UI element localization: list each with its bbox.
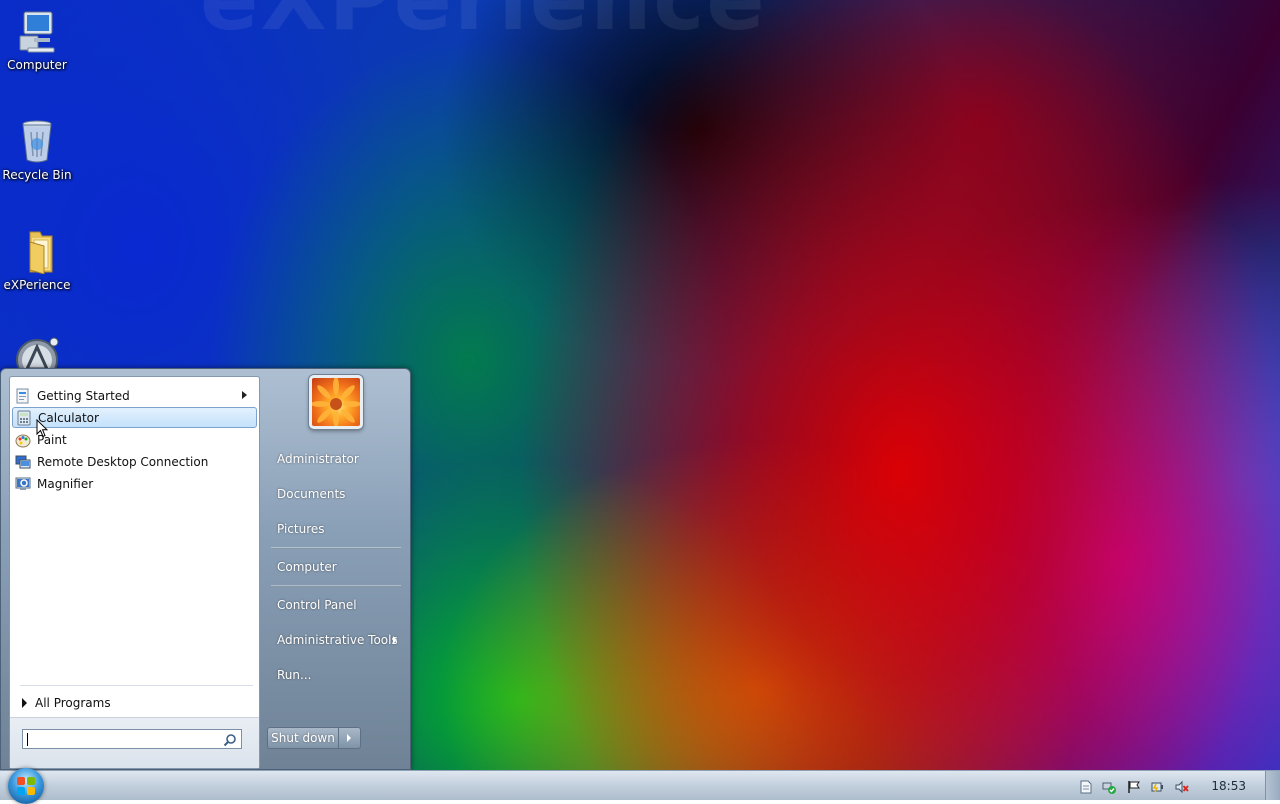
chevron-right-icon [347,734,351,742]
start-menu: Getting Started Calculator Paint Remote … [0,368,411,770]
getting-started-icon [15,388,31,404]
mouse-cursor-icon [36,418,49,438]
desktop-icon-label: eXPerience [3,278,71,292]
program-item-magnifier[interactable]: Magnifier [12,473,257,494]
desktop-icon-computer[interactable]: Computer [0,8,74,72]
desktop-icon-recycle-bin[interactable]: Recycle Bin [0,118,74,182]
start-link-label: Documents [277,487,346,501]
start-link-label: Pictures [277,522,325,536]
shutdown-button[interactable]: Shut down [267,727,339,749]
start-link-documents[interactable]: Documents [267,482,405,506]
separator [271,585,401,587]
network-icon[interactable] [1102,779,1116,794]
program-item-label: Getting Started [37,388,130,403]
program-item-label: Magnifier [37,476,94,491]
desktop-icon-label: Computer [7,58,67,72]
start-link-administrator[interactable]: Administrator [267,447,405,471]
search-area [10,717,259,768]
document-icon[interactable] [1079,779,1093,794]
start-link-label: Computer [277,560,337,574]
separator [20,685,253,686]
paint-icon [15,432,31,448]
search-box[interactable] [22,729,242,749]
desktop-icon-experience-folder[interactable]: eXPerience [0,228,74,292]
start-link-pictures[interactable]: Pictures [267,517,405,541]
start-button[interactable] [8,768,44,804]
start-link-label: Administrative Tools [277,633,398,647]
shutdown-options-button[interactable] [339,727,361,749]
program-item-getting-started[interactable]: Getting Started [12,385,257,406]
text-caret [27,733,28,746]
calculator-icon [16,410,32,426]
taskbar-clock[interactable]: 18:53 [1211,779,1246,793]
expand-arrow-icon [22,698,27,708]
start-link-run[interactable]: Run... [267,663,405,687]
computer-icon [14,8,60,54]
windows-logo-icon [17,777,35,795]
search-icon[interactable] [223,732,237,747]
program-item-remote-desktop[interactable]: Remote Desktop Connection [12,451,257,472]
program-item-label: Remote Desktop Connection [37,454,209,469]
search-input[interactable] [26,731,216,747]
start-link-control-panel[interactable]: Control Panel [267,593,405,617]
magnifier-icon [15,476,31,492]
all-programs-label: All Programs [35,696,111,710]
start-link-administrative-tools[interactable]: Administrative Tools [267,628,405,652]
all-programs-button[interactable]: All Programs [16,693,254,713]
desktop-watermark: eXPerience [200,0,767,50]
program-item-calculator[interactable]: Calculator [12,407,257,428]
power-icon[interactable] [1151,779,1165,793]
recycle-bin-icon [14,118,60,164]
folder-icon [14,228,60,275]
program-item-paint[interactable]: Paint [12,429,257,450]
start-link-label: Run... [277,668,312,682]
start-link-label: Administrator [277,452,359,466]
submenu-arrow-icon [242,391,247,399]
show-desktop-button[interactable] [1265,771,1280,800]
user-picture[interactable] [309,375,363,429]
start-link-label: Control Panel [277,598,357,612]
remote-desktop-icon [15,454,31,470]
start-link-computer[interactable]: Computer [267,555,405,579]
desktop-icon-label: Recycle Bin [2,168,72,182]
taskbar: 18:53 [0,768,1280,804]
separator [271,547,401,549]
flag-icon[interactable] [1127,779,1141,793]
submenu-arrow-icon [393,636,397,644]
volume-muted-icon[interactable] [1175,779,1189,794]
